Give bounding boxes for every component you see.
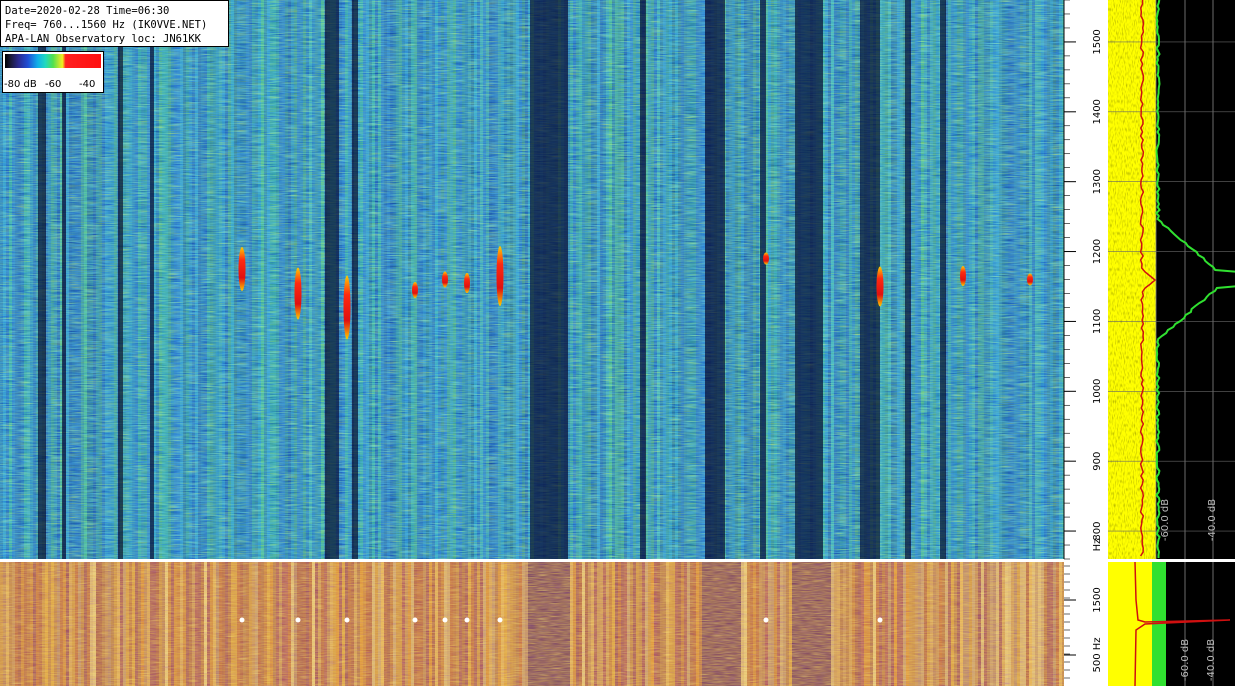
axis-tick-label-bottom: 1500: [1092, 587, 1103, 612]
meteor-echo: [876, 266, 884, 307]
bottom-echo-dot: [877, 617, 883, 623]
dark-streak: [760, 0, 766, 559]
spectrum-panel-bottom: -60.0 dB -40.0 dB: [1108, 561, 1235, 686]
bottom-echo-dot: [412, 617, 418, 623]
spectrum-scale-label: -60.0 dB: [1160, 499, 1171, 541]
meteor-echo: [238, 247, 246, 292]
colorbar-legend: -80 dB -60 -40: [2, 51, 104, 93]
spectrum-scale-label: -40.0 dB: [1207, 499, 1218, 541]
panel-divider: [0, 559, 1235, 562]
freq-line: Freq= 760...1560 Hz (IK0VVE.NET): [5, 19, 208, 31]
bottom-echo-dot: [763, 617, 769, 623]
top-waterfall: [0, 0, 1065, 559]
dark-streak: [640, 0, 646, 559]
spectrogram-canvas: 800 900 1000 1100 1200 1300 1400 1500 Hz 1500 500…: [0, 0, 1235, 686]
bottom-echo-dot: [497, 617, 503, 623]
bottom-echo-dot: [344, 617, 350, 623]
axis-tick-label: 1400: [1092, 99, 1103, 124]
colorbar-label-min: -80 dB: [4, 79, 37, 90]
colorbar-gradient: [5, 54, 101, 68]
spectrogram-display: 800 900 1000 1100 1200 1300 1400 1500 Hz 1500 500…: [0, 0, 1235, 686]
dark-streak: [118, 0, 123, 559]
bottom-echo-dot: [295, 617, 301, 623]
dark-streak: [150, 0, 154, 559]
spectrum-panel-top: -60.0 dB -40.0 dB: [1108, 0, 1235, 559]
bottom-echo-dot: [464, 617, 470, 623]
meteor-echo: [763, 252, 769, 265]
dark-streak: [530, 0, 568, 559]
dark-streak: [905, 0, 911, 559]
bottom-echo-dot: [239, 617, 245, 623]
axis-unit-label: Hz: [1092, 539, 1103, 552]
spectrum-scale-label-bottom: -60.0 dB: [1180, 639, 1191, 681]
meteor-echo: [442, 271, 448, 288]
dark-streak: [352, 0, 358, 559]
meteor-echo: [960, 266, 966, 287]
dark-streak: [940, 0, 946, 559]
frequency-axis-bottom: 1500 500 Hz: [1064, 562, 1108, 686]
colorbar-label-max: -40: [79, 79, 96, 90]
axis-tick-label: 800: [1092, 522, 1103, 541]
meteor-echo: [496, 246, 504, 307]
axis-tick-label: 1200: [1092, 239, 1103, 264]
dark-streak: [795, 0, 823, 559]
date-line: Date=2020-02-28 Time=06:30: [5, 5, 170, 17]
bottom-echo-dot: [442, 617, 448, 623]
axis-tick-label: 900: [1092, 452, 1103, 471]
axis-tick-label: 1000: [1092, 379, 1103, 404]
spectrum-scale-label-bottom: -40.0 dB: [1206, 639, 1217, 681]
meteor-echo: [1027, 273, 1033, 286]
colorbar-label-mid: -60: [45, 79, 62, 90]
meteor-echo: [294, 267, 302, 320]
dark-streak: [325, 0, 339, 559]
bottom-waterfall: [0, 562, 1065, 686]
frequency-axis-top: 800 900 1000 1100 1200 1300 1400 1500 Hz: [1063, 0, 1108, 560]
info-box: Date=2020-02-28 Time=06:30 Freq= 760...1…: [0, 0, 229, 47]
observatory-line: APA-LAN Observatory loc: JN61KK: [5, 33, 201, 45]
dark-streak: [705, 0, 725, 559]
axis-tick-label: 1500: [1092, 29, 1103, 54]
axis-tick-label: 1300: [1092, 169, 1103, 194]
meteor-echo: [343, 275, 351, 340]
meteor-echo: [412, 281, 418, 298]
axis-tick-label-bottom: 500 Hz: [1092, 637, 1103, 672]
meteor-echo: [464, 272, 470, 293]
axis-tick-label: 1100: [1092, 309, 1103, 334]
